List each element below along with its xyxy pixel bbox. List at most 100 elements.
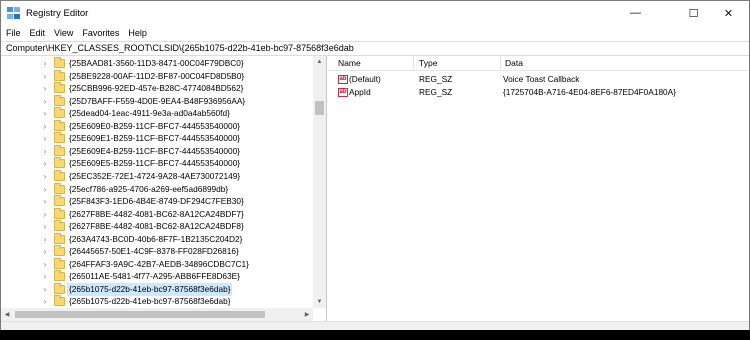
tree-item-label: {25ecf786-a925-4706-a269-eef5ad6899db} <box>69 183 229 194</box>
tree-item[interactable]: › {264FFAF3-9A9C-42B7-AEDB-34896CDBC7C1} <box>1 257 313 271</box>
value-row[interactable]: ab AppId REG_SZ {1725704B-A716-4E04-8EF6… <box>329 86 749 99</box>
chevron-right-icon[interactable]: › <box>41 283 49 296</box>
scroll-up-arrow-icon[interactable]: ▲ <box>313 56 326 68</box>
folder-icon <box>54 207 65 219</box>
chevron-right-icon[interactable]: › <box>41 220 49 233</box>
folder-icon <box>54 195 65 207</box>
close-button[interactable]: ✕ <box>706 1 750 25</box>
string-value-icon: ab <box>338 75 348 84</box>
tree-item[interactable]: › {25E609E4-B259-11CF-BFC7-444553540000} <box>1 144 313 158</box>
tree-item[interactable]: › {25F843F3-1ED6-4B4E-8749-DF294C7FEB30} <box>1 195 313 208</box>
address-bar[interactable]: Computer\HKEY_CLASSES_ROOT\CLSID\{265b10… <box>1 41 749 56</box>
chevron-right-icon[interactable]: › <box>41 107 49 120</box>
folder-icon <box>54 157 65 169</box>
tree-item[interactable]: › {25ecf786-a925-4706-a269-eef5ad6899db} <box>1 182 313 196</box>
menu-view[interactable]: View <box>54 28 73 38</box>
tree-item-label: {264FFAF3-9A9C-42B7-AEDB-34896CDBC7C1} <box>69 258 249 269</box>
tree-item[interactable]: › {25BE9228-00AF-11D2-BF87-00C04FD8D5B0} <box>1 69 313 83</box>
folder-icon <box>54 132 65 144</box>
chevron-right-icon[interactable]: › <box>41 208 49 221</box>
folder-icon <box>54 232 65 244</box>
chevron-right-icon[interactable]: › <box>41 183 49 196</box>
chevron-right-icon[interactable]: › <box>41 120 49 133</box>
menu-edit[interactable]: Edit <box>30 28 46 38</box>
minimize-button[interactable]: — <box>613 1 658 25</box>
tree-item[interactable]: › {25E609E0-B259-11CF-BFC7-444553540000} <box>1 119 313 133</box>
folder-icon <box>54 144 65 156</box>
scroll-thumb[interactable] <box>315 101 324 115</box>
column-header-data[interactable]: Data <box>501 56 749 71</box>
tree-item[interactable]: › {265011AE-5481-4f77-A295-ABB6FFE8D63E} <box>1 270 313 283</box>
value-type: REG_SZ <box>419 74 453 84</box>
column-header-name[interactable]: Name <box>334 56 414 71</box>
menu-file[interactable]: File <box>6 28 21 38</box>
folder-icon <box>54 119 65 131</box>
scroll-right-arrow-icon[interactable]: ▶ <box>301 308 313 321</box>
value-data: Voice Toast Callback <box>503 74 580 84</box>
tree-item[interactable]: › {25CBB996-92ED-457e-B28C-4774084BD562} <box>1 82 313 95</box>
chevron-right-icon[interactable]: › <box>41 57 49 70</box>
folder-icon <box>54 169 65 181</box>
tree-item[interactable]: › {265b1075-d22b-41eb-bc97-87568f3e6dab} <box>1 282 313 296</box>
value-type: REG_SZ <box>419 87 453 97</box>
menu-bar: File Edit View Favorites Help <box>1 25 749 41</box>
tree-item[interactable]: › {2627F8BE-4482-4081-BC62-8A12CA24BDF7} <box>1 207 313 221</box>
tree-item[interactable]: › {2627F8BE-4482-4081-BC62-8A12CA24BDF8} <box>1 220 313 233</box>
value-row[interactable]: ab (Default) REG_SZ Voice Toast Callback <box>329 73 749 86</box>
menu-help[interactable]: Help <box>128 28 147 38</box>
column-header-type[interactable]: Type <box>415 56 501 71</box>
registry-editor-window: Registry Editor — ☐ ✕ File Edit View Fav… <box>0 0 750 330</box>
tree-vertical-scrollbar[interactable]: ▲ ▼ <box>313 56 326 308</box>
folder-icon <box>54 295 65 307</box>
tree-item[interactable]: › {25D7BAFF-F559-4D0E-9EA4-B48F936956AA} <box>1 94 313 108</box>
tree-item-label: {25E609E0-B259-11CF-BFC7-444553540000} <box>69 120 240 131</box>
folder-icon <box>54 270 65 282</box>
folder-icon <box>54 245 65 257</box>
chevron-right-icon[interactable]: › <box>41 258 49 271</box>
tree-item[interactable]: › {25E609E5-B259-11CF-BFC7-444553540000} <box>1 157 313 170</box>
tree-item-label: {265b1075-d22b-41eb-bc97-87568f3e6dab} <box>67 282 233 296</box>
folder-icon <box>54 182 65 194</box>
scroll-thumb[interactable] <box>15 311 265 318</box>
chevron-right-icon[interactable]: › <box>41 145 49 158</box>
chevron-right-icon[interactable]: › <box>41 295 49 308</box>
chevron-right-icon[interactable]: › <box>41 157 49 170</box>
chevron-right-icon[interactable]: › <box>41 233 49 246</box>
folder-icon <box>54 94 65 106</box>
list-header: Name Type Data <box>329 56 749 71</box>
tree-item[interactable]: › {25EC352E-72E1-4724-9A28-4AE730072149} <box>1 169 313 183</box>
scroll-left-arrow-icon[interactable]: ◀ <box>1 308 13 321</box>
tree-item-label: {25CBB996-92ED-457e-B28C-4774084BD562} <box>69 83 244 94</box>
chevron-right-icon[interactable]: › <box>41 195 49 208</box>
tree-item-label: {25dead04-1eac-4911-9e3a-ad0a4ab560fd} <box>69 108 230 119</box>
tree-item[interactable]: › {25E609E1-B259-11CF-BFC7-444553540000} <box>1 132 313 145</box>
chevron-right-icon[interactable]: › <box>41 95 49 108</box>
tree-item[interactable]: › {25dead04-1eac-4911-9e3a-ad0a4ab560fd} <box>1 107 313 120</box>
chevron-right-icon[interactable]: › <box>41 70 49 83</box>
tree-item[interactable]: › {26445657-50E1-4C9F-8378-FF028FD26816} <box>1 245 313 258</box>
tree-item-label: {265b1075-d22b-41eb-bc97-87568f3e6dab} <box>69 296 231 307</box>
folder-icon <box>54 57 65 68</box>
folder-icon <box>54 220 65 232</box>
tree-item-label: {25E609E5-B259-11CF-BFC7-444553540000} <box>69 158 240 169</box>
folder-icon <box>54 69 65 81</box>
folder-icon <box>54 82 65 94</box>
chevron-right-icon[interactable]: › <box>41 170 49 183</box>
tree-item-label: {25D7BAFF-F559-4D0E-9EA4-B48F936956AA} <box>69 95 246 106</box>
registry-editor-icon <box>7 7 20 19</box>
menu-favorites[interactable]: Favorites <box>82 28 119 38</box>
registry-tree[interactable]: › {25BAAD81-3560-11D3-8471-00C04F79DBC0} ›… <box>1 56 327 321</box>
title-bar[interactable]: Registry Editor — ☐ ✕ <box>1 1 749 25</box>
tree-horizontal-scrollbar[interactable]: ◀ ▶ <box>1 308 313 321</box>
chevron-right-icon[interactable]: › <box>41 270 49 283</box>
chevron-right-icon[interactable]: › <box>41 132 49 145</box>
tree-item[interactable]: › {265b1075-d22b-41eb-bc97-87568f3e6dab} <box>1 295 313 308</box>
folder-icon <box>54 107 65 119</box>
tree-item[interactable]: › {263A4743-BC0D-40b6-8F7F-1B2135C204D2} <box>1 232 313 246</box>
scroll-down-arrow-icon[interactable]: ▼ <box>313 296 326 308</box>
tree-item-label: {26445657-50E1-4C9F-8378-FF028FD26816} <box>69 246 239 257</box>
chevron-right-icon[interactable]: › <box>41 82 49 95</box>
folder-icon <box>54 257 65 269</box>
chevron-right-icon[interactable]: › <box>41 245 49 258</box>
tree-item[interactable]: › {25BAAD81-3560-11D3-8471-00C04F79DBC0} <box>1 57 313 70</box>
